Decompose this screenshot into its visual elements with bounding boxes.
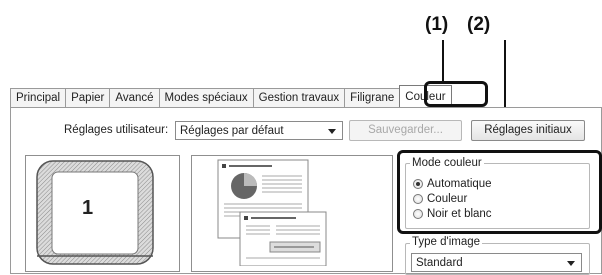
radio-automatique[interactable]: Automatique xyxy=(413,177,492,191)
tab-principal[interactable]: Principal xyxy=(10,88,67,107)
callout-1-label: (1) xyxy=(425,14,449,35)
radio-unchecked-icon xyxy=(413,194,423,204)
user-settings-dropdown[interactable]: Réglages par défaut xyxy=(175,121,343,140)
chevron-down-icon xyxy=(328,129,336,134)
tab-papier[interactable]: Papier xyxy=(65,88,111,107)
save-button[interactable]: Sauvegarder... xyxy=(349,120,462,141)
radio-noir-et-blanc-label: Noir et blanc xyxy=(427,208,492,220)
copies-preview-icon xyxy=(36,160,154,265)
tab-gestion-travaux[interactable]: Gestion travaux xyxy=(252,88,346,107)
callout-1-highlight-frame xyxy=(424,81,488,107)
callout-1-leader-line xyxy=(442,40,444,84)
initial-settings-button[interactable]: Réglages initiaux xyxy=(471,120,585,141)
radio-couleur-label: Couleur xyxy=(427,193,468,205)
image-type-value: Standard xyxy=(416,257,463,269)
tab-avance[interactable]: Avancé xyxy=(109,88,160,107)
radio-couleur[interactable]: Couleur xyxy=(413,192,467,206)
user-settings-value: Réglages par défaut xyxy=(180,125,284,137)
copies-number: 1 xyxy=(82,197,94,219)
tab-bar: Principal Papier Avancé Modes spéciaux G… xyxy=(10,85,452,108)
image-type-dropdown[interactable]: Standard xyxy=(411,253,582,272)
user-settings-label: Réglages utilisateur: xyxy=(64,124,169,136)
tab-modes-speciaux[interactable]: Modes spéciaux xyxy=(158,88,254,107)
callout-2-label: (2) xyxy=(467,14,491,35)
image-type-title: Type d'image xyxy=(410,236,483,248)
radio-noir-et-blanc[interactable]: Noir et blanc xyxy=(413,207,492,221)
radio-automatique-label: Automatique xyxy=(427,178,492,190)
color-mode-title: Mode couleur xyxy=(410,157,484,169)
radio-checked-icon xyxy=(413,179,423,189)
chevron-down-icon xyxy=(567,261,575,266)
radio-unchecked-icon xyxy=(413,209,423,219)
tab-filigrane[interactable]: Filigrane xyxy=(344,88,401,107)
document-preview-thumbnails xyxy=(217,159,327,266)
